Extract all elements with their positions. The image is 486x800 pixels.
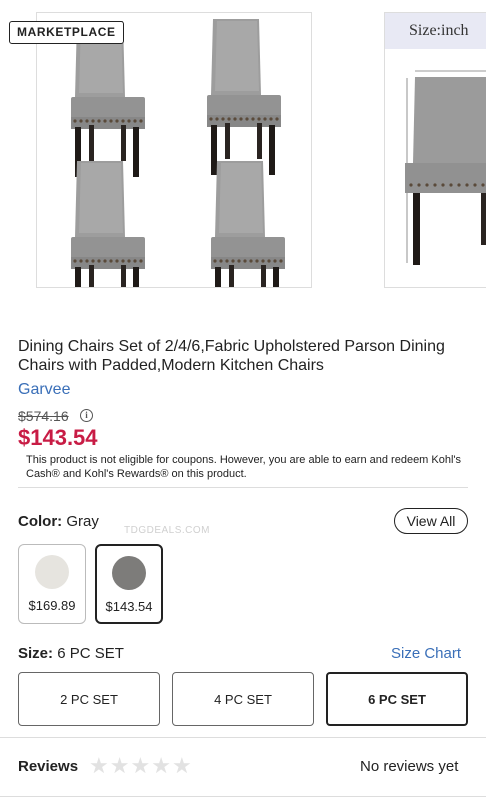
size-selected-value: 6 PC SET: [57, 645, 124, 662]
rating-stars: ★ ★ ★ ★ ★: [89, 753, 192, 779]
view-all-button[interactable]: View All: [394, 508, 468, 534]
brand-link[interactable]: Garvee: [18, 381, 70, 399]
color-swatch-light[interactable]: $169.89: [18, 544, 86, 624]
coupon-notice: This product is not eligible for coupons…: [26, 454, 462, 480]
color-selected-value: Gray: [66, 513, 99, 530]
product-image-size-diagram[interactable]: Size:inch: [384, 12, 486, 288]
divider: [18, 487, 468, 488]
swatch-color-light: [35, 555, 69, 589]
size-option-4pc[interactable]: 4 PC SET: [172, 672, 314, 726]
star-icon: ★: [109, 753, 130, 778]
reviews-label: Reviews: [18, 758, 79, 775]
chairs-image: [71, 19, 285, 300]
size-option-2pc[interactable]: 2 PC SET: [18, 672, 160, 726]
star-icon: ★: [89, 753, 109, 778]
size-label: Size: 6 PC SET: [18, 645, 124, 662]
product-image-gallery[interactable]: Size:inch MARKETPLACE: [0, 0, 486, 300]
watermark: TDGDEALS.COM: [124, 525, 211, 536]
star-icon: ★: [171, 753, 192, 778]
divider: [0, 737, 486, 738]
star-icon: ★: [130, 753, 151, 778]
sale-price: $143.54: [18, 425, 98, 450]
product-image-main[interactable]: [36, 12, 312, 300]
info-icon[interactable]: i: [80, 409, 93, 422]
product-title: Dining Chairs Set of 2/4/6,Fabric Uphols…: [18, 338, 445, 374]
divider: [0, 796, 486, 797]
marketplace-badge: MARKETPLACE: [9, 21, 124, 44]
swatch-price: $169.89: [28, 598, 76, 613]
star-icon: ★: [151, 753, 171, 778]
original-price: $574.16: [18, 408, 69, 424]
color-label-key: Color:: [18, 513, 63, 530]
no-reviews-text: No reviews yet: [360, 758, 459, 775]
swatch-color-gray: [112, 556, 146, 590]
size-chart-link[interactable]: Size Chart: [391, 645, 461, 662]
size-diagram-image: [405, 70, 486, 265]
color-swatch-gray[interactable]: $143.54: [95, 544, 163, 624]
size-option-6pc[interactable]: 6 PC SET: [326, 672, 468, 726]
swatch-price: $143.54: [105, 599, 153, 614]
size-label-key: Size:: [18, 645, 54, 662]
color-label: Color: Gray: [18, 513, 99, 530]
